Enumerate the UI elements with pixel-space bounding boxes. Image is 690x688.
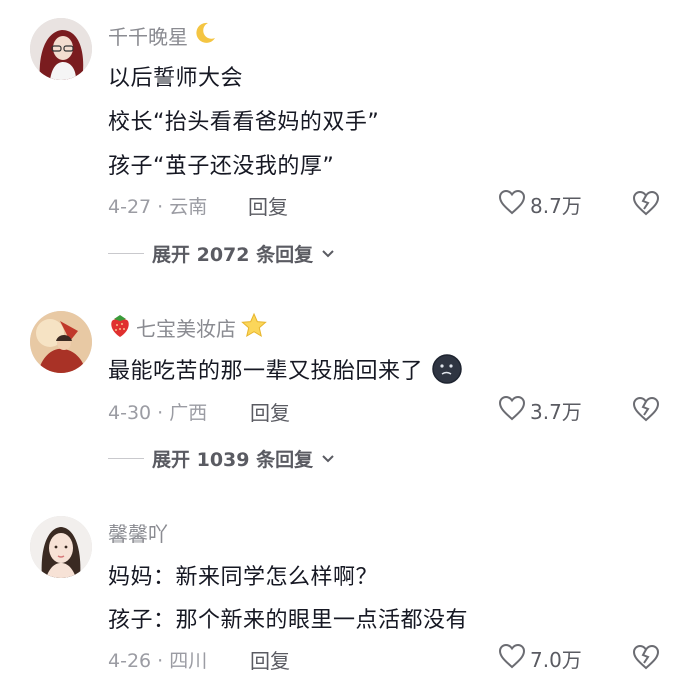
avatar[interactable]: [30, 516, 92, 578]
like-button[interactable]: 7.0万: [498, 643, 582, 673]
reply-button[interactable]: 回复: [248, 191, 288, 220]
username-text: 馨馨吖: [108, 522, 168, 546]
like-button[interactable]: 3.7万: [498, 395, 582, 425]
broken-heart-icon: [632, 396, 660, 422]
like-button[interactable]: 8.7万: [498, 189, 582, 219]
chevron-down-icon: [321, 244, 335, 263]
dark-moon-face-icon: [431, 353, 463, 391]
divider: [108, 458, 144, 459]
username[interactable]: 七宝美妆店: [108, 312, 268, 343]
broken-heart-icon: [632, 644, 660, 670]
username[interactable]: 千千晚星: [108, 20, 218, 51]
dislike-button[interactable]: [632, 396, 660, 426]
comment-text-line: 孩子：那个新来的眼里一点活都没有: [108, 608, 469, 633]
expand-replies-label: 展开 2072 条回复: [152, 244, 314, 266]
comment-date-location: 4-27 · 云南: [108, 196, 208, 218]
star-icon: [240, 312, 268, 343]
chevron-down-icon: [321, 449, 335, 468]
heart-icon: [498, 395, 526, 425]
dislike-button[interactable]: [632, 644, 660, 674]
avatar[interactable]: [30, 18, 92, 80]
comment-date-location: 4-26 · 四川: [108, 650, 208, 672]
crescent-moon-icon: [192, 20, 218, 51]
heart-icon: [498, 189, 526, 219]
like-count: 3.7万: [530, 399, 582, 424]
username-text: 千千晚星: [108, 25, 188, 49]
strawberry-icon: [108, 312, 132, 343]
expand-replies-label: 展开 1039 条回复: [152, 449, 314, 471]
comment-text-line: 孩子“茧子还没我的厚”: [108, 154, 335, 179]
heart-icon: [498, 643, 526, 673]
comment-text-line: 以后誓师大会: [108, 66, 244, 91]
username-text: 七宝美妆店: [136, 317, 236, 341]
expand-replies-button[interactable]: 展开 1039 条回复: [108, 445, 335, 472]
divider: [108, 253, 144, 254]
like-count: 7.0万: [530, 647, 582, 672]
dislike-button[interactable]: [632, 190, 660, 220]
like-count: 8.7万: [530, 193, 582, 218]
reply-button[interactable]: 回复: [250, 645, 290, 674]
expand-replies-button[interactable]: 展开 2072 条回复: [108, 240, 335, 267]
comment-text-line: 最能吃苦的那一辈又投胎回来了: [108, 353, 463, 391]
comment-text-line: 妈妈：新来同学怎么样啊？: [108, 565, 379, 590]
username[interactable]: 馨馨吖: [108, 518, 168, 547]
reply-button[interactable]: 回复: [250, 397, 290, 426]
comment-date-location: 4-30 · 广西: [108, 402, 208, 424]
comment-text: 最能吃苦的那一辈又投胎回来了: [108, 359, 424, 384]
avatar[interactable]: [30, 311, 92, 373]
broken-heart-icon: [632, 190, 660, 216]
comment-text-line: 校长“抬头看看爸妈的双手”: [108, 110, 380, 135]
